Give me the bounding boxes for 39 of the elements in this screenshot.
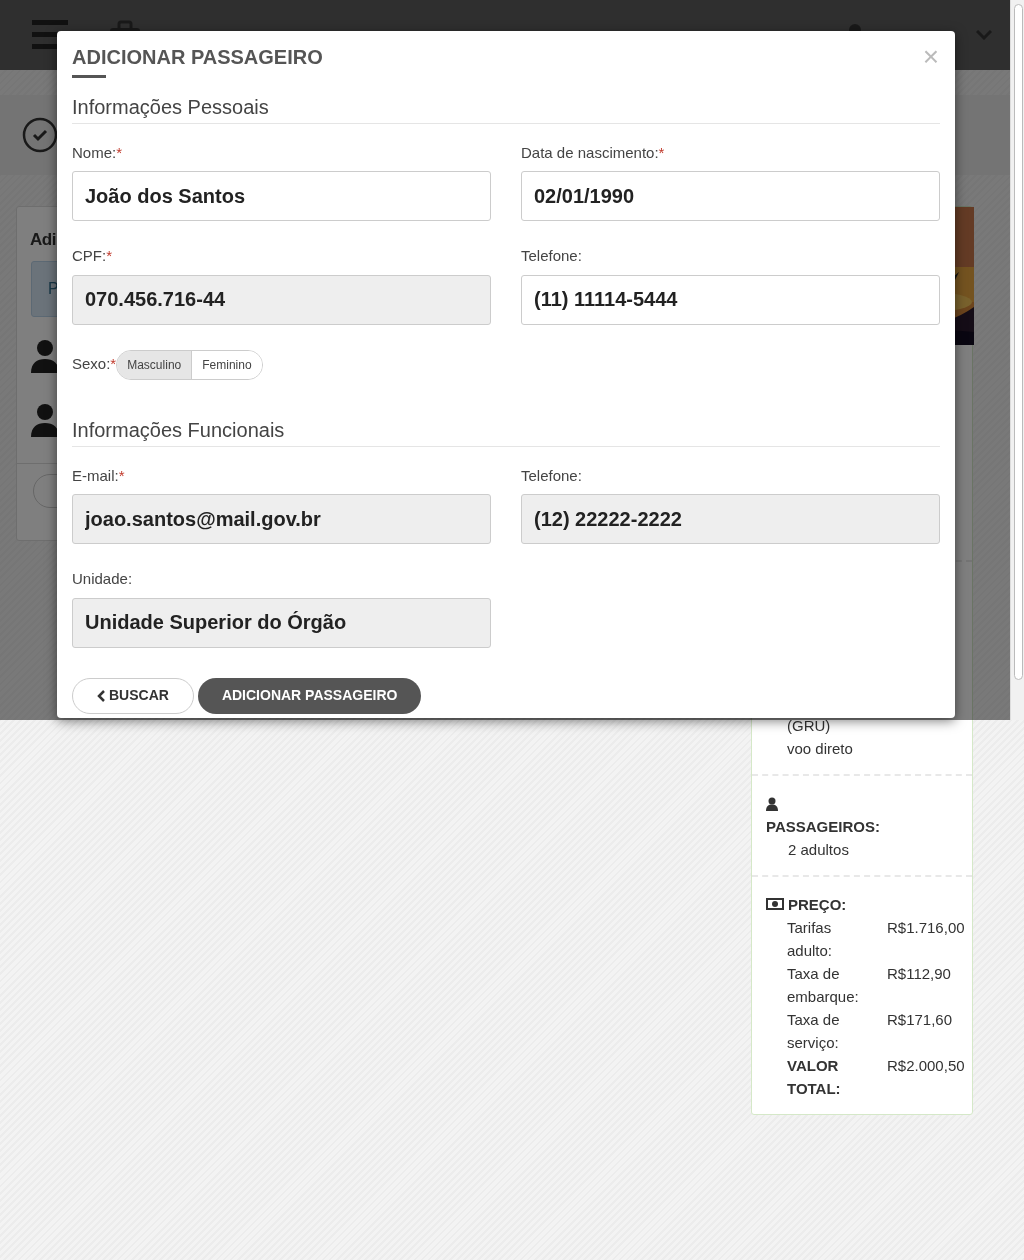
add-passenger-button[interactable]: ADICIONAR PASSAGEIRO (197, 677, 422, 714)
check-circle-icon (22, 117, 58, 153)
passengers-value: 2 adultos (788, 839, 850, 860)
price-label: Taxa de embarque: (787, 963, 860, 1007)
price-label: PREÇO: (788, 894, 847, 915)
route-text: (GRU) (787, 716, 832, 736)
scrollbar[interactable] (1010, 0, 1024, 720)
banknote-icon (766, 898, 784, 910)
field-label: Nome:* (72, 142, 124, 163)
section-title: Informações Pessoais (72, 94, 940, 124)
input-field[interactable]: João dos Santos (72, 171, 491, 221)
price-label: Tarifas adulto: (787, 917, 834, 961)
input-field[interactable]: 02/01/1990 (521, 171, 940, 221)
field-label: Unidade: (72, 569, 134, 589)
field-label: Sexo:* (72, 354, 117, 375)
field-label: Telefone: (521, 246, 583, 266)
field-label: E-mail:* (72, 465, 126, 486)
section-title: Informações Funcionais (72, 417, 940, 447)
person-icon (766, 797, 778, 812)
field-label: Data de nascimento:* (521, 142, 666, 163)
price-value: R$171,60 (887, 1009, 953, 1030)
person-icon (31, 338, 59, 373)
route-text: voo direto (787, 739, 854, 759)
price-label: VALOR TOTAL: (787, 1055, 842, 1099)
chevron-left-icon (97, 689, 105, 702)
price-value: R$112,90 (887, 963, 951, 984)
person-icon (31, 402, 59, 437)
panel-title: Adi (30, 229, 56, 251)
field-label: CPF:* (72, 246, 113, 266)
back-button[interactable]: BUSCAR (72, 677, 194, 714)
price-value: R$1.716,00 (887, 917, 965, 938)
gender-option[interactable]: Feminino (191, 350, 262, 379)
gender-option[interactable]: Masculino (117, 350, 192, 379)
price-label: Taxa de serviço: (787, 1009, 841, 1053)
modal-title: ADICIONAR PASSAGEIRO (72, 45, 323, 69)
passengers-label: PASSAGEIROS: (766, 816, 881, 837)
input-field[interactable]: (11) 11114-5444 (521, 274, 940, 325)
field-label: Telefone: (521, 465, 583, 486)
price-value: R$2.000,50 (887, 1055, 965, 1076)
